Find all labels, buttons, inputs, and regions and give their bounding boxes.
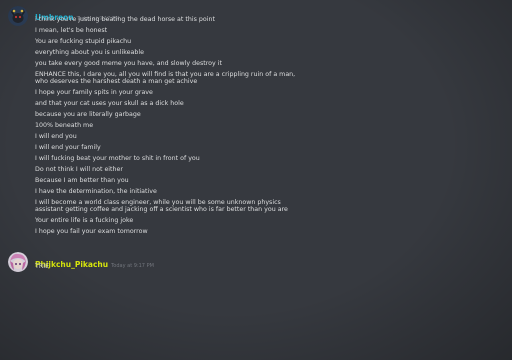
message-line: I have the determination, the initiative (35, 188, 157, 196)
message-line: I hope your family spits in your grave (35, 89, 153, 97)
message-line: I will end your family (35, 144, 101, 152)
message-line: Your entire life is a fucking joke (35, 217, 134, 225)
message-line: 100% beneath me (35, 122, 94, 130)
message-line: everything about you is unlikeable (35, 49, 145, 56)
message-header: Phijkchu_Pikachu Today at 9:17 PM (35, 252, 154, 269)
message-line: Do not think I will not either (35, 166, 123, 174)
umbreon-avatar-icon[interactable] (8, 6, 28, 26)
anime-girl-avatar-icon[interactable] (8, 252, 28, 272)
message-line: I will end you (35, 133, 77, 141)
message-line: and that your cat uses your skull as a d… (35, 100, 184, 108)
message-line: Because I am better than you (35, 177, 129, 185)
message-line: I will fucking beat your mother to shit … (35, 155, 200, 163)
message-lines: TRIE (35, 263, 335, 274)
message-line: I will become a world class engineer, wh… (35, 199, 288, 214)
message-line: I hope you fail your exam tomorrow (35, 228, 148, 236)
chat-window: Umbreon Today at 9:17 PM i think you're j… (0, 0, 512, 360)
message-line: i think you're justing beating the dead … (35, 16, 215, 23)
message-lines: i think you're justing beating the dead … (35, 16, 335, 239)
message-line: ENHANCE this, I dare you, all you will f… (35, 71, 296, 86)
message-line: I mean, let's be honest (35, 27, 108, 34)
message-line: You are fucking stupid pikachu (35, 38, 132, 45)
message-line: TRIE (35, 263, 50, 270)
message-line: you take every good meme you have, and s… (35, 60, 222, 67)
message-header: Umbreon Today at 9:17 PM (35, 5, 119, 22)
message-line: because you are literally garbage (35, 111, 141, 119)
